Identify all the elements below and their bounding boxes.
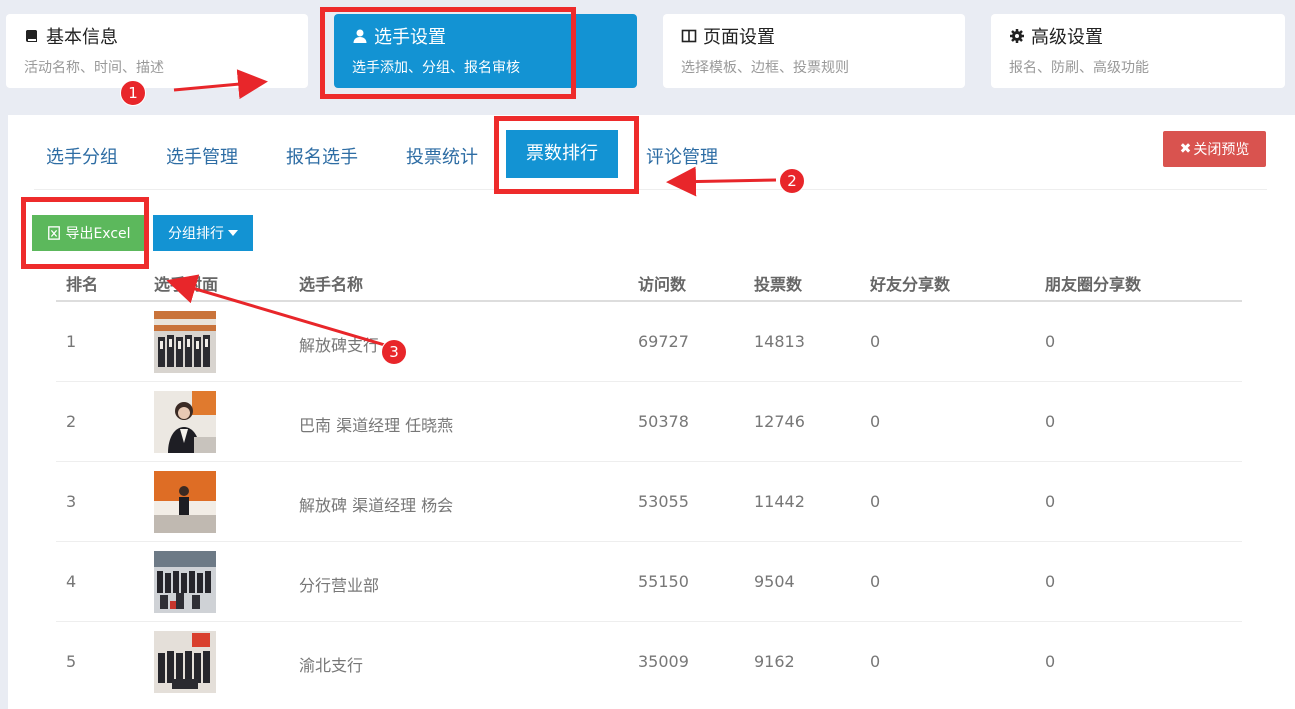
annotation-badge-1: 1 [120,80,146,106]
annotation-arrows [166,69,777,348]
annotation-badge-2: 2 [779,168,805,194]
annotation-badge-3: 3 [381,339,407,365]
